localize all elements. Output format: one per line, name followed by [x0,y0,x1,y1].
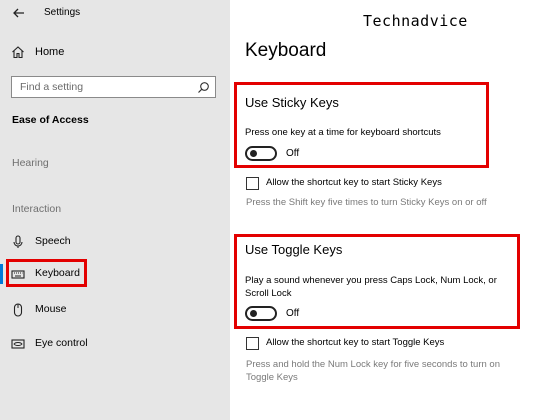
sticky-keys-heading: Use Sticky Keys [245,95,339,110]
main-content [230,0,534,420]
sticky-keys-toggle[interactable] [245,146,277,161]
toggle-keys-description-line2: Scroll Lock [245,288,292,299]
toggle-keys-shortcut-label: Allow the shortcut key to start Toggle K… [266,337,445,348]
highlight-box-keyboard [6,259,87,287]
sticky-keys-description: Press one key at a time for keyboard sho… [245,127,441,138]
sticky-keys-toggle-state: Off [286,148,300,159]
toggle-keys-description-line1: Play a sound whenever you press Caps Loc… [245,275,497,286]
home-label: Home [35,46,65,58]
toggle-keys-shortcut-hint-line1: Press and hold the Num Lock key for five… [246,359,500,370]
toggle-keys-heading: Use Toggle Keys [245,242,343,257]
eye-control-icon [11,337,25,351]
title-bar: Settings [0,0,230,28]
microphone-icon [11,235,25,249]
sticky-keys-shortcut-hint: Press the Shift key five times to turn S… [246,197,487,208]
active-indicator [0,264,3,284]
search-input[interactable]: Find a setting [11,76,216,98]
watermark-text: Technadvice [363,12,468,30]
sidebar: Settings Home Find a setting Ease of Acc… [0,0,230,420]
sticky-keys-shortcut-label: Allow the shortcut key to start Sticky K… [266,177,442,188]
sidebar-item-mouse[interactable]: Mouse [0,298,230,322]
sidebar-item-speech[interactable]: Speech [0,230,230,254]
toggle-keys-shortcut-hint-line2: Toggle Keys [246,372,298,383]
mouse-icon [11,303,25,317]
sidebar-item-label: Speech [35,235,71,247]
search-placeholder: Find a setting [20,81,84,93]
section-heading: Ease of Access [12,114,89,126]
sidebar-item-label: Mouse [35,303,67,315]
sidebar-item-label: Eye control [35,337,88,349]
page-title: Keyboard [245,40,327,61]
home-icon [11,45,25,59]
back-arrow-icon[interactable] [12,6,26,20]
toggle-keys-toggle-state: Off [286,308,300,319]
search-icon[interactable] [197,81,210,94]
toggle-keys-toggle[interactable] [245,306,277,321]
group-label-interaction: Interaction [12,203,62,215]
toggle-knob [250,310,257,317]
nav-home[interactable]: Home [0,40,230,66]
sidebar-item-eye-control[interactable]: Eye control [0,332,230,356]
sticky-keys-shortcut-checkbox[interactable] [246,177,259,190]
toggle-knob [250,150,257,157]
group-label-hearing: Hearing [12,157,49,169]
window-title: Settings [44,7,81,18]
toggle-keys-shortcut-checkbox[interactable] [246,337,259,350]
